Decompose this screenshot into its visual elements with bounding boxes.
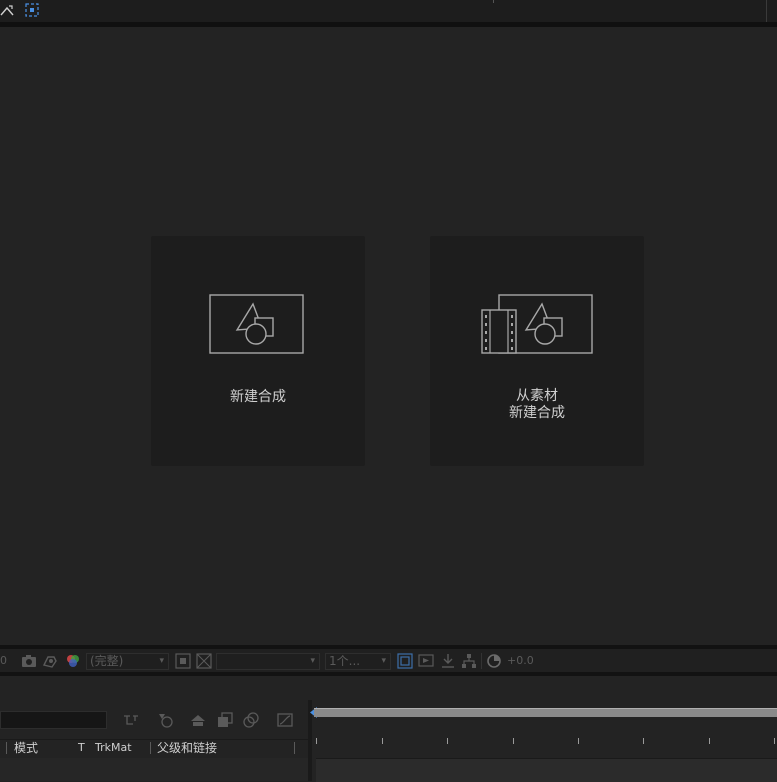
column-divider: [294, 742, 295, 754]
graph-editor-icon[interactable]: [277, 712, 293, 728]
from-footage-label-line2: 新建合成: [509, 405, 565, 421]
panel-edge-tick: [493, 0, 494, 3]
footage-composition-icon: [481, 294, 593, 354]
ruler-tick: [643, 738, 644, 744]
viewer-toolbar: 0 (完整) ▾ ▾ 1个... ▾ +0.0: [0, 645, 777, 672]
chevron-down-icon: ▾: [381, 656, 386, 666]
shy-layers-icon[interactable]: [190, 712, 206, 728]
exposure-value[interactable]: +0.0: [507, 653, 534, 669]
region-of-interest-icon[interactable]: [175, 653, 191, 669]
ruler-tick: [447, 738, 448, 744]
composition-viewer: 新建合成 从素材 新建合成: [0, 27, 777, 645]
from-footage-label-line1: 从素材: [516, 388, 558, 404]
toggle-pixel-aspect-icon[interactable]: [397, 653, 413, 669]
layer-search-input[interactable]: [0, 711, 107, 729]
work-area-bar[interactable]: [314, 708, 777, 717]
resolution-dropdown[interactable]: (完整) ▾: [86, 653, 169, 670]
ruler-tick: [513, 738, 514, 744]
ruler-tick: [709, 738, 710, 744]
column-mode[interactable]: 模式: [14, 740, 38, 756]
resolution-value: (完整): [90, 654, 124, 668]
flowchart-icon[interactable]: [461, 653, 477, 669]
column-parent-and-link[interactable]: 父级和链接: [157, 740, 217, 756]
color-channel-icon[interactable]: [65, 653, 81, 669]
column-divider: [6, 742, 7, 754]
ruler-tick: [578, 738, 579, 744]
views-layout-dropdown[interactable]: 1个... ▾: [325, 653, 391, 670]
fast-preview-icon[interactable]: [0, 3, 14, 17]
composition-icon: [209, 294, 304, 354]
exposure-reset-icon[interactable]: [486, 653, 502, 669]
top-toolbar: [0, 0, 777, 22]
toolbar-divider: [481, 653, 482, 669]
column-divider: [150, 742, 151, 754]
ruler-tick: [774, 738, 775, 744]
fast-previews-icon[interactable]: [418, 653, 434, 669]
ruler-tick: [316, 738, 317, 744]
transparency-toggle-icon[interactable]: [196, 653, 212, 669]
show-snapshot-icon[interactable]: [42, 653, 58, 669]
chevron-down-icon: ▾: [159, 656, 164, 666]
new-composition-label: 新建合成: [230, 389, 286, 405]
new-composition-from-footage-card[interactable]: 从素材 新建合成: [430, 236, 644, 466]
column-trkmat[interactable]: TrkMat: [95, 740, 132, 756]
new-composition-card[interactable]: 新建合成: [151, 236, 365, 466]
camera-view-dropdown[interactable]: ▾: [216, 653, 320, 670]
panel-divider: [766, 0, 767, 22]
views-layout-value: 1个...: [329, 654, 361, 668]
frame-blending-icon[interactable]: [217, 712, 233, 728]
transparency-grid-icon[interactable]: [25, 3, 39, 17]
timeline-icon[interactable]: [440, 653, 456, 669]
track-area[interactable]: [316, 758, 777, 782]
chevron-down-icon: ▾: [310, 656, 315, 666]
zoom-readout[interactable]: 0: [0, 653, 8, 669]
layer-list: [0, 758, 308, 781]
ruler-tick: [382, 738, 383, 744]
motion-blur-icon[interactable]: [243, 712, 259, 728]
comp-mini-flowchart-icon[interactable]: [123, 712, 139, 728]
time-ruler[interactable]: [312, 732, 777, 754]
column-preserve-transparency[interactable]: T: [78, 740, 85, 756]
camera-snapshot-icon[interactable]: [21, 653, 37, 669]
layer-column-header: [0, 739, 308, 759]
draft-3d-icon[interactable]: [157, 712, 173, 728]
